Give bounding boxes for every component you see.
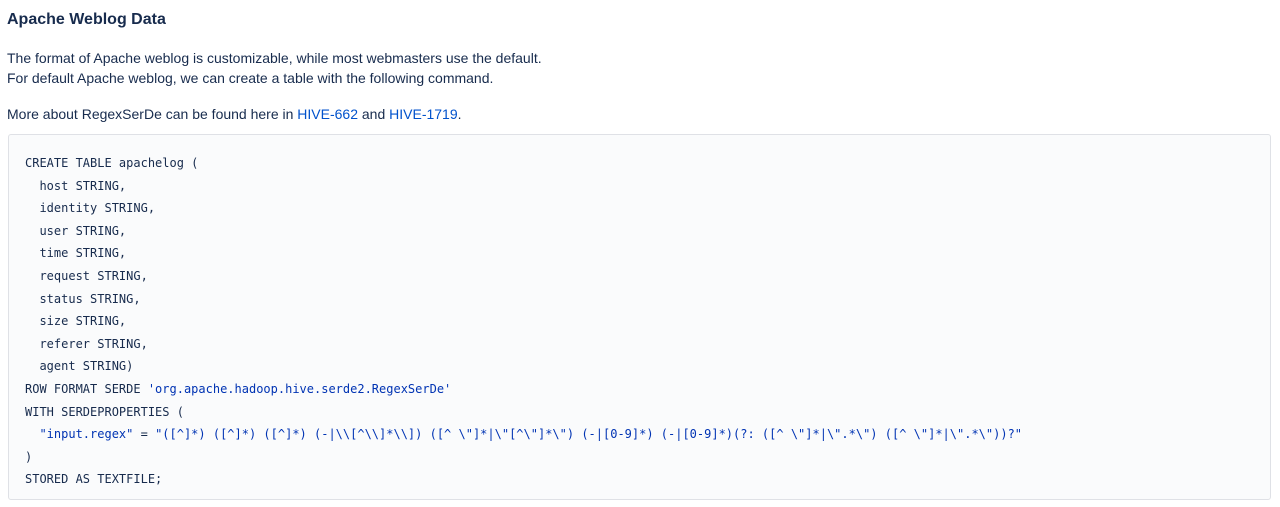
code-create-line: CREATE TABLE apachelog ( <box>25 156 199 170</box>
code-column-size: size STRING, <box>25 314 127 329</box>
code-row-format: ROW FORMAT SERDE <box>25 381 148 396</box>
more-middle: and <box>358 106 390 122</box>
code-column-status: status STRING, <box>25 291 141 306</box>
code-prop-eq: = <box>133 427 156 442</box>
code-column-host: host STRING, <box>25 178 127 193</box>
page: Apache Weblog Data The format of Apache … <box>0 0 1280 507</box>
more-info-paragraph: More about RegexSerDe can be found here … <box>7 104 462 124</box>
intro-line-2: For default Apache weblog, we can create… <box>7 70 494 86</box>
code-column-agent: agent STRING) <box>25 359 134 374</box>
hive-662-link[interactable]: HIVE-662 <box>297 106 358 122</box>
code-stored-as: STORED AS TEXTFILE; <box>25 472 163 487</box>
code-column-referer: referer STRING, <box>25 336 148 351</box>
code-with-serdeproperties: WITH SERDEPROPERTIES ( <box>25 404 184 419</box>
code-prop-key: "input.regex" <box>39 427 134 442</box>
intro-line-1: The format of Apache weblog is customiza… <box>7 50 542 66</box>
code-close-paren: ) <box>25 449 33 464</box>
code-column-time: time STRING, <box>25 246 127 261</box>
code-column-user: user STRING, <box>25 223 127 238</box>
more-prefix: More about RegexSerDe can be found here … <box>7 106 298 122</box>
section-heading: Apache Weblog Data <box>7 11 166 28</box>
code-prop-value: "([^]*) ([^]*) ([^]*) (-|\\[^\\]*\\]) ([… <box>155 427 1023 442</box>
code-prop-indent <box>25 427 39 441</box>
more-suffix: . <box>457 106 462 122</box>
code-column-request: request STRING, <box>25 268 148 283</box>
code-block[interactable]: CREATE TABLE apachelog ( host STRING, id… <box>8 134 1271 500</box>
code-column-identity: identity STRING, <box>25 201 156 216</box>
code-content: CREATE TABLE apachelog ( host STRING, id… <box>25 152 1022 491</box>
code-serde-class: 'org.apache.hadoop.hive.serde2.RegexSerD… <box>147 381 452 396</box>
intro-paragraph: The format of Apache weblog is customiza… <box>7 48 542 88</box>
hive-1719-link[interactable]: HIVE-1719 <box>389 106 457 122</box>
